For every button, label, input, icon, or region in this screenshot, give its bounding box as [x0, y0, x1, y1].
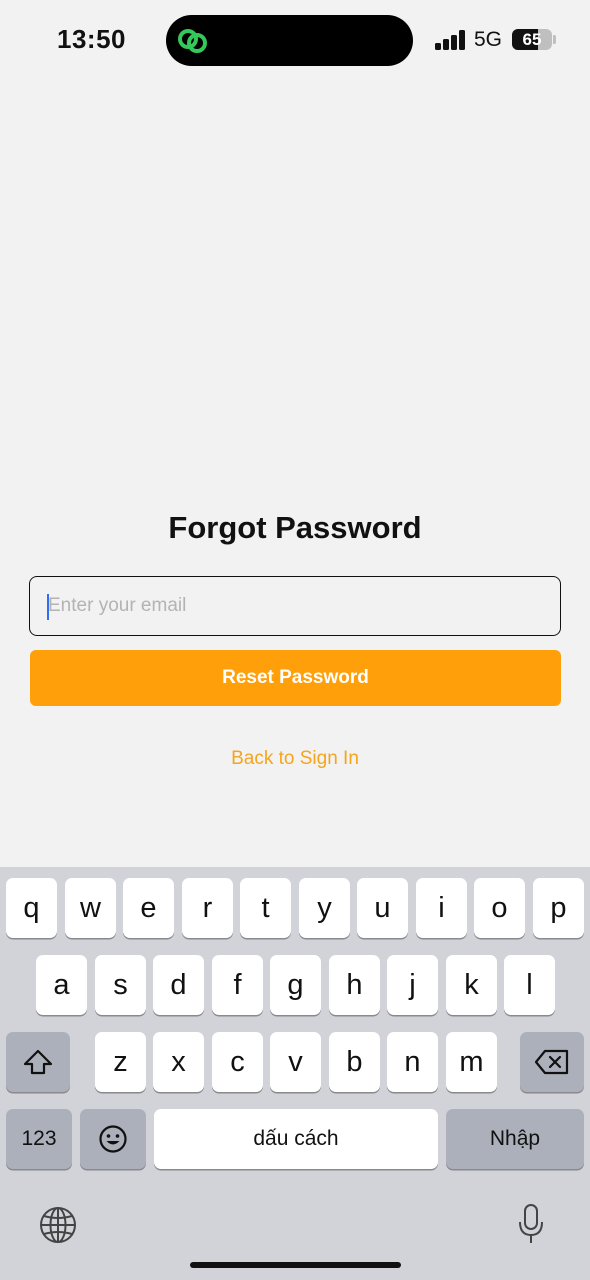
key-p[interactable]: p: [533, 878, 584, 938]
key-t[interactable]: t: [240, 878, 291, 938]
key-y[interactable]: y: [299, 878, 350, 938]
keyboard: q w e r t y u i o p a s d f g h j k l z …: [0, 867, 590, 1280]
microphone-icon[interactable]: [516, 1203, 546, 1245]
key-l[interactable]: l: [504, 955, 555, 1015]
emoji-icon: [99, 1125, 127, 1153]
status-bar: 13:50 5G 65: [0, 0, 590, 80]
key-m[interactable]: m: [446, 1032, 497, 1092]
reset-password-button[interactable]: Reset Password: [30, 650, 561, 706]
emoji-key[interactable]: [80, 1109, 146, 1169]
status-time: 13:50: [57, 24, 126, 54]
delete-key[interactable]: [520, 1032, 584, 1092]
email-input[interactable]: [48, 577, 538, 634]
delete-icon: [534, 1049, 569, 1075]
key-r[interactable]: r: [182, 878, 233, 938]
key-u[interactable]: u: [357, 878, 408, 938]
key-k[interactable]: k: [446, 955, 497, 1015]
network-type: 5G: [474, 28, 503, 51]
battery-icon: 65: [512, 29, 552, 50]
shift-key[interactable]: [6, 1032, 70, 1092]
key-z[interactable]: z: [95, 1032, 146, 1092]
key-b[interactable]: b: [329, 1032, 380, 1092]
key-a[interactable]: a: [36, 955, 87, 1015]
numbers-key[interactable]: 123: [6, 1109, 72, 1169]
key-q[interactable]: q: [6, 878, 57, 938]
key-w[interactable]: w: [65, 878, 116, 938]
battery-level: 65: [522, 30, 542, 49]
dynamic-island[interactable]: [166, 15, 413, 66]
globe-icon[interactable]: [38, 1205, 78, 1245]
shift-icon: [23, 1049, 53, 1075]
key-j[interactable]: j: [387, 955, 438, 1015]
key-o[interactable]: o: [474, 878, 525, 938]
key-g[interactable]: g: [270, 955, 321, 1015]
email-field[interactable]: [29, 576, 561, 636]
key-v[interactable]: v: [270, 1032, 321, 1092]
key-n[interactable]: n: [387, 1032, 438, 1092]
back-to-sign-in-link[interactable]: Back to Sign In: [0, 748, 590, 770]
cellular-signal-icon: [435, 30, 465, 50]
key-h[interactable]: h: [329, 955, 380, 1015]
key-i[interactable]: i: [416, 878, 467, 938]
key-d[interactable]: d: [153, 955, 204, 1015]
key-e[interactable]: e: [123, 878, 174, 938]
battery-tip: [553, 35, 556, 44]
page-title: Forgot Password: [168, 510, 422, 545]
space-key[interactable]: dấu cách: [154, 1109, 438, 1169]
key-f[interactable]: f: [212, 955, 263, 1015]
key-s[interactable]: s: [95, 955, 146, 1015]
link-icon: [178, 29, 207, 53]
key-x[interactable]: x: [153, 1032, 204, 1092]
return-key[interactable]: Nhập: [446, 1109, 584, 1169]
home-indicator[interactable]: [190, 1262, 401, 1268]
key-c[interactable]: c: [212, 1032, 263, 1092]
